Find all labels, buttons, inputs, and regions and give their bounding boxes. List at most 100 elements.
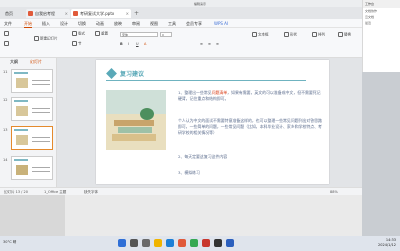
menu-view[interactable]: 视图 — [150, 21, 158, 27]
menu-transition[interactable]: 切换 — [78, 21, 86, 27]
menu-review[interactable]: 审阅 — [132, 21, 140, 27]
slide-number: 13 — [3, 128, 8, 132]
replace-icon — [338, 32, 343, 37]
slide-thumbnail[interactable] — [11, 69, 53, 93]
font-size-select[interactable]: 0 — [160, 32, 172, 37]
slide-number: 12 — [3, 98, 8, 102]
tab-slides[interactable]: 幻灯片 — [30, 59, 42, 65]
file-explorer-icon[interactable] — [154, 239, 162, 247]
diamond-icon — [106, 68, 117, 79]
app-icon[interactable] — [202, 239, 210, 247]
menu-bar: 文件 开始 插入 设计 切换 动画 放映 审阅 视图 工具 会员专享 WPS A… — [0, 19, 362, 28]
zoom-level[interactable]: 88% — [330, 190, 338, 194]
ppt-icon — [73, 11, 78, 16]
task-view-icon[interactable] — [142, 239, 150, 247]
layout-button[interactable]: 版式 — [72, 31, 85, 37]
edge-icon[interactable] — [166, 239, 174, 247]
highlighted-keyword: 问题清单 — [211, 90, 228, 95]
slide-thumbnail[interactable] — [11, 156, 53, 180]
align-center-button[interactable]: ≡ — [208, 42, 211, 46]
slide-number: 14 — [3, 158, 8, 162]
window-title: 编辑演示 — [193, 1, 206, 6]
format-painter-button[interactable] — [4, 41, 10, 46]
tab-label: 自我启考程 — [35, 11, 55, 16]
paste-icon — [4, 31, 9, 36]
wps-icon[interactable] — [178, 239, 186, 247]
section-button[interactable]: 节 — [72, 41, 82, 47]
title-underline — [106, 80, 306, 81]
reset-icon — [95, 31, 100, 36]
menu-file[interactable]: 文件 — [4, 21, 12, 27]
font-name-select[interactable]: 宋体 — [120, 32, 158, 37]
menu-wps-ai[interactable]: WPS AI — [214, 21, 228, 26]
slide-sidebar: 大纲 幻灯片 11 12 13 14 — [0, 58, 57, 187]
close-icon[interactable]: × — [65, 9, 68, 18]
section-icon — [72, 41, 77, 46]
reset-button[interactable]: 重置 — [95, 31, 108, 37]
new-tab-button[interactable]: + — [133, 9, 141, 18]
app-icon[interactable] — [226, 239, 234, 247]
taskbar: 30°C 晴 14:33 2024/1/12 — [0, 236, 400, 251]
wechat-icon[interactable] — [190, 239, 198, 247]
paragraph-2[interactable]: 个人认为中文的面试不需要特意准备这样的，也可以整理一些常见问题列出对答思路即可，… — [178, 118, 323, 136]
text-box-button[interactable]: 文本框 — [252, 32, 269, 38]
app-icon[interactable] — [214, 239, 222, 247]
menu-member[interactable]: 会员专享 — [186, 21, 202, 27]
slide-title[interactable]: 复习建议 — [120, 69, 144, 78]
menu-insert[interactable]: 插入 — [42, 21, 50, 27]
books-photo[interactable] — [106, 90, 166, 150]
arrange-button[interactable]: 排列 — [312, 32, 325, 38]
weather-widget[interactable]: 30°C 晴 — [3, 240, 16, 245]
italic-button[interactable]: I — [128, 42, 129, 46]
paragraph-3[interactable]: 2、每天定要这复习这件内容 — [178, 154, 323, 160]
search-icon[interactable] — [130, 239, 138, 247]
side-area — [362, 72, 400, 236]
desktop-left — [0, 195, 65, 236]
close-icon[interactable]: × — [126, 9, 129, 18]
right-panel-title: 工作台 — [363, 0, 400, 8]
status-bar: 幻灯片 13 / 20 1_Office 主题 缺失字体 88% — [0, 187, 362, 195]
align-right-button[interactable]: ≡ — [216, 42, 219, 46]
align-left-button[interactable]: ≡ — [200, 42, 203, 46]
right-panel-item[interactable]: 最近 — [363, 20, 400, 26]
slide-canvas[interactable]: 复习建议 1、整理出一些常见问题清单，如果有需要，英文的可以准备成中文，但不需要… — [96, 60, 329, 184]
arrange-icon — [312, 32, 317, 37]
font-color-button[interactable]: A — [144, 42, 146, 46]
screen: 编辑演示 — ▢ ✕ 首页 自我启考程 × 考研复试大学.pptx × + 工作… — [0, 0, 400, 251]
wps-icon — [28, 11, 33, 16]
clock[interactable]: 14:33 2024/1/12 — [378, 238, 396, 248]
tab-bar: 首页 自我启考程 × 考研复试大学.pptx × + — [0, 7, 400, 19]
tab-document-2[interactable]: 考研复试大学.pptx × — [71, 9, 131, 18]
menu-tools[interactable]: 工具 — [168, 21, 176, 27]
new-slide-button[interactable]: 新建幻灯片 — [34, 36, 58, 42]
shapes-icon — [284, 32, 289, 37]
underline-button[interactable]: U — [136, 42, 139, 46]
new-slide-icon — [34, 36, 39, 41]
paragraph-4[interactable]: 3、模拟练习 — [178, 170, 323, 176]
ribbon-toolbar: 新建幻灯片 版式 节 重置 宋体 0 B I U A ≡ ≡ ≡ 文本框 形状 … — [0, 28, 362, 58]
replace-button[interactable]: 替换 — [338, 32, 351, 38]
menu-design[interactable]: 设计 — [60, 21, 68, 27]
start-icon[interactable] — [118, 239, 126, 247]
paragraph-1[interactable]: 1、整理出一些常见问题清单，如果有需要，英文的可以准备成中文，但不需要死记硬背，… — [178, 90, 323, 102]
slide-number: 11 — [3, 70, 8, 74]
tab-document-1[interactable]: 自我启考程 × — [26, 9, 70, 18]
layout-icon — [72, 31, 77, 36]
menu-slideshow[interactable]: 放映 — [114, 21, 122, 27]
title-bar: 编辑演示 — ▢ ✕ — [0, 0, 400, 7]
paragraph-1-text: 1、整理出一些常见问题清单，如果有需要，英文的可以准备成中文，但不需要死记硬背，… — [178, 90, 321, 101]
bold-button[interactable]: B — [120, 42, 123, 46]
slide-thumbnail[interactable] — [11, 97, 53, 121]
slide-canvas-area: 复习建议 1、整理出一些常见问题清单，如果有需要，英文的可以准备成中文，但不需要… — [57, 58, 362, 187]
menu-home[interactable]: 开始 — [24, 21, 32, 28]
slide-thumbnail-selected[interactable] — [11, 126, 53, 150]
tab-home[interactable]: 首页 — [2, 9, 24, 18]
right-panel: 工作台 文档协作 云文档 最近 — [362, 0, 400, 72]
menu-animation[interactable]: 动画 — [96, 21, 104, 27]
clock-date: 2024/1/12 — [378, 243, 396, 247]
tab-outline[interactable]: 大纲 — [10, 59, 18, 65]
paste-button[interactable] — [4, 31, 10, 36]
brush-icon — [4, 41, 9, 46]
shapes-button[interactable]: 形状 — [284, 32, 297, 38]
sidebar-tabs: 大纲 幻灯片 — [0, 58, 56, 66]
